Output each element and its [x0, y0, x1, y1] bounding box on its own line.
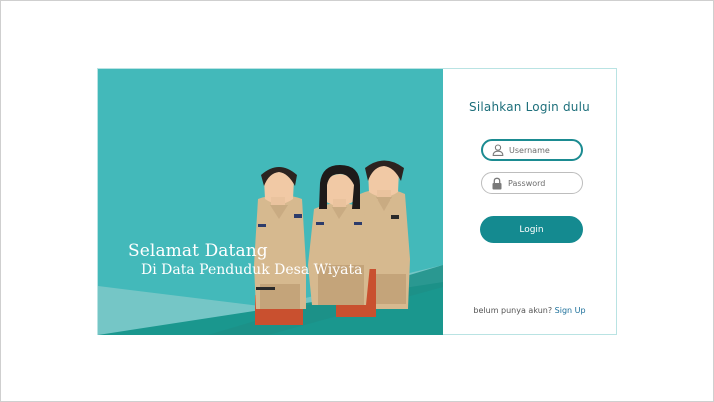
- login-panel: Silahkan Login dulu Login belum punya ak…: [443, 69, 616, 334]
- password-field[interactable]: [481, 172, 583, 194]
- hero-panel: Selamat Datang Di Data Penduduk Desa Wiy…: [98, 69, 443, 335]
- username-input[interactable]: [509, 145, 579, 155]
- welcome-title: Selamat Datang: [128, 241, 268, 261]
- user-icon: [491, 143, 505, 157]
- officer-middle-figure: [308, 165, 376, 317]
- signup-line: belum punya akun? Sign Up: [443, 306, 616, 315]
- login-heading: Silahkan Login dulu: [469, 100, 590, 114]
- password-input[interactable]: [508, 178, 578, 188]
- signup-link[interactable]: Sign Up: [555, 306, 586, 315]
- hero-illustration: [98, 160, 443, 335]
- username-field[interactable]: [481, 139, 583, 161]
- lock-icon: [490, 176, 504, 190]
- login-button[interactable]: Login: [480, 216, 583, 243]
- signup-prompt: belum punya akun?: [473, 306, 553, 315]
- welcome-subtitle: Di Data Penduduk Desa Wiyata: [141, 262, 363, 278]
